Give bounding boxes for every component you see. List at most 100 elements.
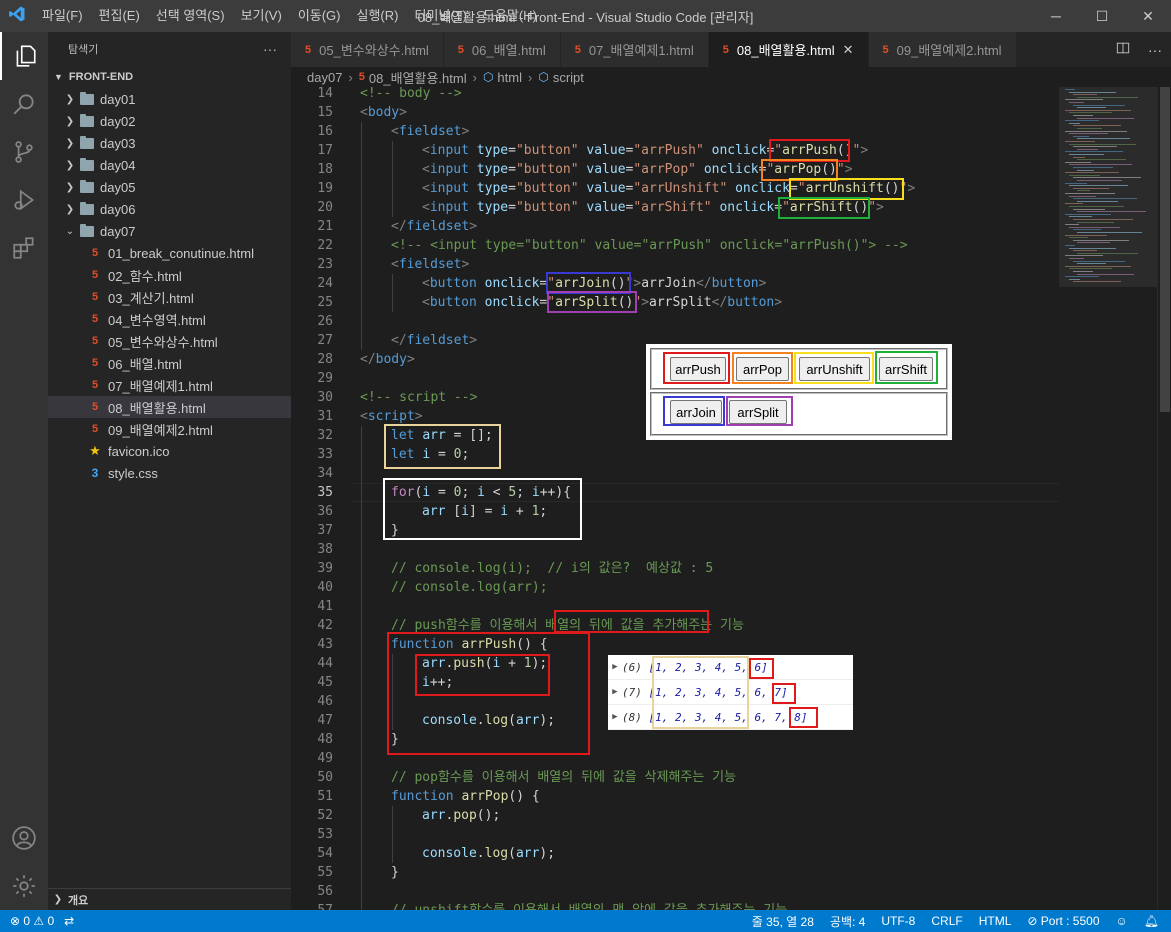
line-number: 24 (317, 276, 333, 291)
line-number: 37 (317, 523, 333, 538)
menu-run[interactable]: 실행(R) (349, 0, 407, 32)
minimize-button[interactable]: ─ (1033, 0, 1079, 32)
more-actions-icon[interactable]: ··· (263, 41, 277, 57)
vscode-logo-icon (0, 5, 34, 28)
tab-label: 08_배열활용.html (736, 43, 835, 58)
menu-edit[interactable]: 편집(E) (91, 0, 148, 32)
file-item[interactable]: 5 07_배열예제1.html (48, 374, 291, 396)
problems-status[interactable]: ⊗ 0 ⚠ 0 (10, 914, 54, 928)
file-tree: ❯ day01 ❯ day02 ❯ day03 ❯ day04 ❯ day05 ❯ day06 ⌄ day… (48, 88, 291, 484)
code-line: <!-- <input type="button" value="arrPush… (391, 238, 908, 253)
tab-06[interactable]: 5 06_배열.html (443, 32, 561, 67)
breadcrumb-html[interactable]: html (497, 70, 522, 85)
line-number: 41 (317, 599, 333, 614)
end-of-line[interactable]: CRLF (931, 914, 962, 928)
chevron-right-icon: ❯ (53, 894, 63, 905)
code-editor[interactable]: 14 <!-- body --> 15 <body> 16 <fieldset> 17 <in… (291, 87, 1059, 910)
folder-day05[interactable]: ❯ day05 (48, 176, 291, 198)
file-item[interactable]: 5 03_계산기.html (48, 286, 291, 308)
settings-gear-icon[interactable] (0, 862, 48, 910)
folder-label: day07 (100, 223, 136, 239)
code-line: <!-- script --> (360, 390, 478, 405)
indent-guide (361, 122, 362, 350)
breadcrumb-file[interactable]: 08_배열활용.html (369, 68, 467, 87)
vertical-scrollbar[interactable] (1157, 87, 1171, 910)
file-item[interactable]: 3 style.css (48, 462, 291, 484)
symbol-element-icon: ⬡ (538, 70, 549, 84)
notifications-bell-icon[interactable]: 🔔︎ (1144, 914, 1159, 928)
feedback-icon[interactable]: ☺ (1116, 914, 1128, 928)
live-share-icon[interactable]: ⇄ (64, 914, 74, 928)
menu-go[interactable]: 이동(G) (290, 0, 349, 32)
folder-day06[interactable]: ❯ day06 (48, 198, 291, 220)
menu-selection[interactable]: 선택 영역(S) (148, 0, 233, 32)
file-item[interactable]: 5 02_함수.html (48, 264, 291, 286)
run-debug-icon[interactable] (0, 176, 48, 224)
html5-icon: 5 (91, 247, 99, 259)
close-window-button[interactable]: ✕ (1125, 0, 1171, 32)
file-item[interactable]: 5 04_변수영역.html (48, 308, 291, 330)
encoding[interactable]: UTF-8 (881, 914, 915, 928)
account-icon[interactable] (0, 814, 48, 862)
code-line: </body> (360, 352, 415, 367)
file-item[interactable]: 5 05_변수와상수.html (48, 330, 291, 352)
explorer-title: 탐색기 (68, 44, 99, 56)
tab-05[interactable]: 5 05_변수와상수.html (291, 32, 444, 67)
minimap[interactable] (1059, 87, 1171, 910)
tab-07[interactable]: 5 07_배열예제1.html (560, 32, 709, 67)
expand-triangle-icon[interactable]: ▶ (608, 712, 622, 722)
outline-section[interactable]: ❯ 개요 (48, 888, 291, 910)
tab-08-active[interactable]: 5 08_배열활용.html ✕ (708, 32, 869, 67)
menu-file[interactable]: 파일(F) (34, 0, 91, 32)
folder-icon (78, 201, 96, 217)
close-tab-icon[interactable]: ✕ (843, 42, 854, 58)
split-editor-icon[interactable] (1116, 41, 1130, 58)
line-number: 16 (317, 124, 333, 139)
menu-help[interactable]: 도움말(H) (475, 0, 545, 32)
expand-triangle-icon[interactable]: ▶ (608, 662, 622, 672)
file-item[interactable]: 5 08_배열활용.html (48, 396, 291, 418)
file-item[interactable]: 5 01_break_conutinue.html (48, 242, 291, 264)
menu-terminal[interactable]: 터미널(T) (406, 0, 474, 32)
file-item[interactable]: 5 06_배열.html (48, 352, 291, 374)
tab-09[interactable]: 5 09_배열예제2.html (868, 32, 1017, 67)
expand-triangle-icon[interactable]: ▶ (608, 687, 622, 697)
explorer-icon[interactable] (0, 32, 48, 80)
extensions-icon[interactable] (0, 224, 48, 272)
folder-label: day02 (100, 113, 136, 129)
file-item[interactable]: 5 09_배열예제2.html (48, 418, 291, 440)
line-number: 36 (317, 504, 333, 519)
highlight-box-white (383, 478, 582, 540)
status-bar: ⊗ 0 ⚠ 0 ⇄ 줄 35, 열 28 공백: 4 UTF-8 CRLF HT… (0, 910, 1171, 932)
breadcrumb-script[interactable]: script (553, 70, 584, 85)
breadcrumb-folder[interactable]: day07 (307, 70, 342, 85)
scrollbar-thumb[interactable] (1160, 87, 1170, 412)
workspace-section-header[interactable]: ▼ FRONT-END (48, 66, 291, 88)
line-number: 19 (317, 181, 333, 196)
live-server-port[interactable]: ⊘ Port : 5500 (1027, 914, 1099, 928)
folder-day03[interactable]: ❯ day03 (48, 132, 291, 154)
code-line: <!-- body --> (360, 87, 462, 101)
folder-day02[interactable]: ❯ day02 (48, 110, 291, 132)
minimap-viewport[interactable] (1059, 87, 1157, 287)
html5-icon: 5 (91, 335, 99, 347)
file-label: 06_배열.html (108, 356, 182, 372)
folder-label: day01 (100, 91, 136, 107)
folder-day07[interactable]: ⌄ day07 (48, 220, 291, 242)
file-label: 09_배열예제2.html (108, 422, 213, 438)
maximize-button[interactable]: ☐ (1079, 0, 1125, 32)
folder-day01[interactable]: ❯ day01 (48, 88, 291, 110)
tab-label: 07_배열예제1.html (588, 43, 694, 58)
folder-day04[interactable]: ❯ day04 (48, 154, 291, 176)
source-control-icon[interactable] (0, 128, 48, 176)
cursor-position[interactable]: 줄 35, 열 28 (752, 913, 814, 930)
menu-view[interactable]: 보기(V) (233, 0, 290, 32)
file-item[interactable]: ★ favicon.ico (48, 440, 291, 462)
more-actions-icon[interactable]: ··· (1148, 42, 1162, 58)
indentation[interactable]: 공백: 4 (830, 913, 865, 930)
code-line: } (391, 865, 399, 880)
line-number: 47 (317, 713, 333, 728)
search-icon[interactable] (0, 80, 48, 128)
language-mode[interactable]: HTML (979, 914, 1012, 928)
html5-icon: 5 (91, 379, 99, 391)
